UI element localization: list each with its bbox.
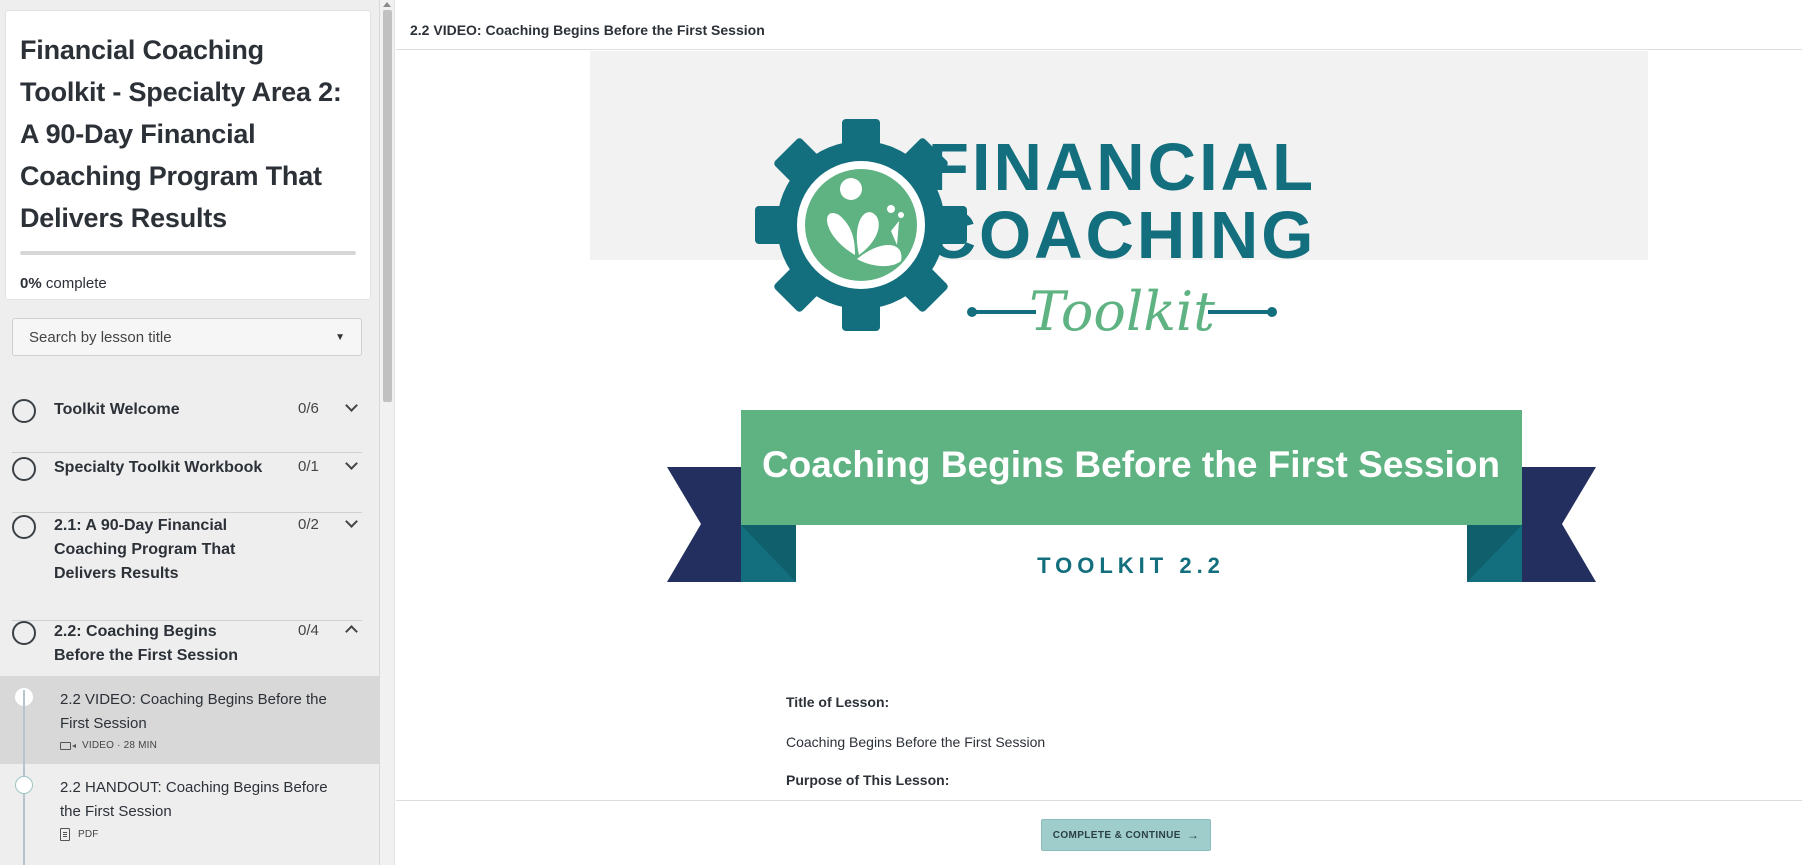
lesson-meta-text: PDF bbox=[78, 829, 99, 840]
course-sidebar: Financial Coaching Toolkit - Specialty A… bbox=[0, 0, 380, 865]
search-placeholder: Search by lesson title bbox=[29, 328, 172, 346]
chapter-specialty-toolkit-workbook[interactable]: Specialty Toolkit Workbook 0/1 bbox=[12, 456, 362, 513]
chapter-status-circle-icon bbox=[12, 621, 36, 645]
video-icon bbox=[60, 741, 76, 750]
chapter-title: 2.2: Coaching Begins Before the First Se… bbox=[54, 623, 239, 664]
chapter-status-circle-icon bbox=[12, 457, 36, 481]
chevron-up-icon[interactable] bbox=[332, 622, 362, 638]
chapter-status-circle-icon bbox=[12, 515, 36, 539]
scroll-up-arrow-icon[interactable] bbox=[383, 2, 391, 7]
chapter-toolkit-welcome[interactable]: Toolkit Welcome 0/6 bbox=[12, 398, 362, 453]
progress-value: 0% bbox=[20, 275, 42, 292]
lesson-title: 2.2 HANDOUT: Coaching Begins Before the … bbox=[60, 779, 328, 820]
caret-down-icon: ▼ bbox=[335, 331, 345, 343]
lesson-meta: VIDEO · 28 MIN bbox=[60, 740, 379, 751]
arrow-right-icon: → bbox=[1186, 828, 1200, 842]
chapter-count: 0/4 bbox=[298, 622, 319, 639]
progress-label: 0% complete bbox=[20, 275, 107, 292]
lesson-body-text: Title of Lesson: Coaching Begins Before … bbox=[786, 694, 1386, 788]
chevron-down-icon[interactable] bbox=[332, 515, 362, 532]
lesson-banner-graphic: FINANCIAL COACHING Toolkit Coaching Begi… bbox=[667, 119, 1596, 582]
chapter-count: 0/6 bbox=[298, 400, 319, 417]
scrollbar-thumb[interactable] bbox=[383, 10, 392, 402]
logo-line-financial: FINANCIAL bbox=[928, 130, 1316, 205]
chapter-2-1[interactable]: 2.1: A 90-Day Financial Coaching Program… bbox=[12, 514, 362, 621]
logo-line-coaching: COACHING bbox=[928, 198, 1317, 273]
title-of-lesson-label: Title of Lesson: bbox=[786, 694, 890, 710]
course-title: Financial Coaching Toolkit - Specialty A… bbox=[20, 35, 342, 233]
complete-button-label: COMPLETE & CONTINUE bbox=[1052, 829, 1181, 841]
ribbon-left-end bbox=[667, 467, 741, 582]
course-card: Financial Coaching Toolkit - Specialty A… bbox=[5, 10, 371, 300]
sidebar-scrollbar[interactable] bbox=[380, 0, 395, 865]
lesson-search-select[interactable]: Search by lesson title ▼ bbox=[12, 318, 362, 356]
lesson-title: 2.2 VIDEO: Coaching Begins Before the Fi… bbox=[60, 691, 327, 732]
chapter-title: 2.1: A 90-Day Financial Coaching Program… bbox=[54, 517, 236, 582]
title-of-lesson-value: Coaching Begins Before the First Session bbox=[786, 734, 1046, 750]
chevron-down-icon[interactable] bbox=[332, 457, 362, 474]
progress-suffix: complete bbox=[41, 275, 107, 292]
lesson-content: 2.2 VIDEO: Coaching Begins Before the Fi… bbox=[396, 0, 1802, 865]
chapter-count: 0/2 bbox=[298, 516, 319, 533]
lesson-meta-text: VIDEO · 28 MIN bbox=[82, 740, 158, 751]
ribbon-right-end bbox=[1522, 467, 1596, 582]
banner-title: Coaching Begins Before the First Session bbox=[762, 444, 1500, 485]
banner-subtitle: TOOLKIT 2.2 bbox=[1037, 553, 1225, 578]
chevron-down-icon[interactable] bbox=[332, 399, 362, 416]
chapter-title: Toolkit Welcome bbox=[54, 401, 180, 418]
complete-and-continue-button[interactable]: COMPLETE & CONTINUE → bbox=[1041, 819, 1211, 851]
purpose-of-lesson-label: Purpose of This Lesson: bbox=[786, 772, 950, 788]
lesson-item-video[interactable]: 2.2 VIDEO: Coaching Begins Before the Fi… bbox=[0, 676, 379, 764]
chapter-title: Specialty Toolkit Workbook bbox=[54, 459, 263, 476]
lesson-status-dot-icon bbox=[15, 776, 33, 794]
logo-script-toolkit: Toolkit bbox=[1029, 280, 1215, 343]
chapter-count: 0/1 bbox=[298, 458, 319, 475]
pdf-icon bbox=[60, 828, 70, 841]
progress-bar bbox=[20, 251, 356, 255]
lesson-meta: PDF bbox=[60, 828, 379, 841]
lesson-item-handout[interactable]: 2.2 HANDOUT: Coaching Begins Before the … bbox=[0, 764, 379, 865]
chapter-status-circle-icon bbox=[12, 399, 36, 423]
lesson-footer: COMPLETE & CONTINUE → bbox=[396, 800, 1802, 865]
